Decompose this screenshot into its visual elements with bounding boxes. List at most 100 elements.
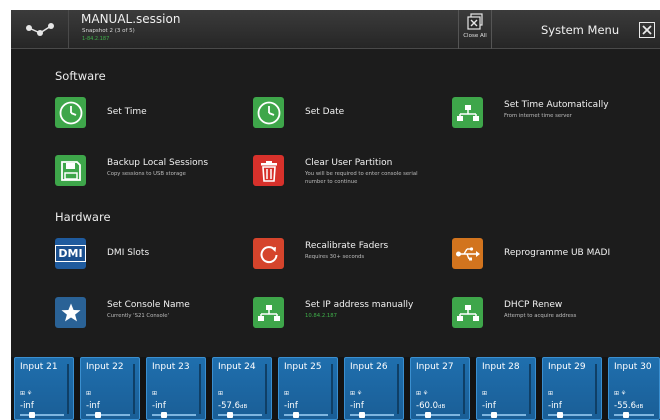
star-icon [55,297,86,328]
channel-status-icons: ⊞ ⚘ [416,390,429,397]
set-date-label: Set Date [305,107,345,117]
channel-name: Input 28 [482,362,520,372]
channel-status-icons: ⊞ [284,390,290,397]
fader-knob[interactable] [227,412,233,418]
channel-level: -55.6dB [614,401,643,411]
set-ip-address-item[interactable]: Set IP address manually 10.84.2.187 [253,297,453,333]
fader-track [482,414,526,416]
network-logo-icon[interactable] [11,10,69,49]
channel-status-icons: ⊞ ⚘ [350,390,363,397]
snapshot-sub-info: 1-84.2.187 [82,36,110,42]
channel-status-icons: ⊞ ⚘ [20,390,33,397]
fader-knob[interactable] [29,412,35,418]
clear-user-partition-item[interactable]: Clear User Partition You will be require… [253,155,473,191]
set-time-item[interactable]: Set Time [55,97,255,133]
channel-level-value: -inf [86,401,100,411]
channel-strip[interactable]: Input 30 ⊞ ⚘ -55.6dB [608,357,660,420]
clear-user-partition-sub: You will be required to enter console se… [305,171,418,186]
reprogramme-ub-madi-label: Reprogramme UB MADI [504,248,611,258]
channel-level: -inf [152,401,166,411]
channel-level-value: -inf [548,401,562,411]
level-meter [463,364,465,414]
set-time-automatically-item[interactable]: Set Time Automatically From internet tim… [452,97,652,133]
channel-level-value: -57.6 [218,401,240,411]
fader-knob[interactable] [359,412,365,418]
channel-strip[interactable]: Input 24 ⊞ -57.6dB [212,357,272,420]
channel-strip[interactable]: Input 23 ⊞ -inf [146,357,206,420]
backup-local-sessions-item[interactable]: Backup Local Sessions Copy sessions to U… [55,155,255,191]
fader-knob[interactable] [491,412,497,418]
close-icon [642,25,652,35]
fader-knob[interactable] [425,412,431,418]
channel-name: Input 27 [416,362,454,372]
clear-user-partition-label: Clear User Partition [305,158,393,168]
level-meter [67,364,69,414]
fader-track [614,414,654,416]
fader-knob[interactable] [95,412,101,418]
set-time-automatically-label: Set Time Automatically [504,100,609,110]
channel-strips: Input 21 ⊞ ⚘ -inf Input 22 ⊞ -inf Input … [11,357,660,420]
fader-knob[interactable] [161,412,167,418]
set-ip-address-sub: 10.84.2.187 [305,313,338,319]
channel-level-value: -55.6 [614,401,636,411]
hardware-section-title: Hardware [55,210,111,224]
recalibrate-faders-label: Recalibrate Faders [305,241,389,251]
refresh-icon [253,238,284,269]
close-menu-button[interactable] [639,22,655,38]
set-console-name-item[interactable]: Set Console Name Currently 'S21 Console' [55,297,255,333]
channel-strip[interactable]: Input 25 ⊞ -inf [278,357,338,420]
reprogramme-ub-madi-item[interactable]: Reprogramme UB MADI [452,238,652,274]
dhcp-renew-label: DHCP Renew [504,300,563,310]
fader-track [284,414,328,416]
dmi-slots-item[interactable]: DMI DMI Slots [55,238,255,274]
dmi-icon: DMI [55,238,86,269]
channel-strip[interactable]: Input 28 ⊞ -inf [476,357,536,420]
channel-level-value: -60.0 [416,401,438,411]
trash-icon [253,155,284,186]
set-ip-address-label: Set IP address manually [305,300,414,310]
clock-icon [253,97,284,128]
channel-level-unit: dB [636,404,644,410]
channel-name: Input 22 [86,362,124,372]
fader-track [152,414,196,416]
snapshot-info: Snapshot 2 (3 of 5) [82,28,135,34]
channel-strip[interactable]: Input 27 ⊞ ⚘ -60.0dB [410,357,470,420]
network-icon [452,97,483,128]
level-meter [529,364,531,414]
set-console-name-sub: Currently 'S21 Console' [107,313,169,319]
channel-level-value: -inf [152,401,166,411]
channel-strip[interactable]: Input 22 ⊞ -inf [80,357,140,420]
channel-name: Input 24 [218,362,256,372]
session-title: MANUAL.session [81,12,181,26]
backup-local-sessions-label: Backup Local Sessions [107,158,209,168]
fader-knob[interactable] [293,412,299,418]
channel-level: -inf [20,401,34,411]
level-meter [265,364,267,414]
recalibrate-faders-item[interactable]: Recalibrate Faders Requires 30+ seconds [253,238,453,274]
recalibrate-faders-sub: Requires 30+ seconds [305,254,365,260]
channel-level-unit: dB [438,404,446,410]
set-time-automatically-sub: From internet time server [504,113,572,119]
close-all-label: Close All [463,33,487,39]
channel-level-value: -inf [20,401,34,411]
dmi-slots-label: DMI Slots [107,248,150,258]
channel-level-value: -inf [350,401,364,411]
channel-name: Input 29 [548,362,586,372]
channel-strip[interactable]: Input 29 ⊞ -inf [542,357,602,420]
clear-user-partition-sub-line1: You will be required to enter console se… [305,171,418,177]
channel-strip[interactable]: Input 26 ⊞ ⚘ -inf [344,357,404,420]
dhcp-renew-item[interactable]: DHCP Renew Attempt to acquire address [452,297,652,333]
fader-knob[interactable] [557,412,563,418]
set-date-item[interactable]: Set Date [253,97,453,133]
channel-strip[interactable]: Input 21 ⊞ ⚘ -inf [14,357,74,420]
fader-track [416,414,460,416]
channel-level: -57.6dB [218,401,247,411]
set-console-name-label: Set Console Name [107,300,190,310]
usb-icon [452,238,483,269]
fader-track [20,414,64,416]
channel-status-icons: ⊞ [152,390,158,397]
fader-knob[interactable] [623,412,629,418]
close-all-button[interactable]: Close All [458,10,492,49]
channel-level: -inf [548,401,562,411]
channel-level: -inf [284,401,298,411]
